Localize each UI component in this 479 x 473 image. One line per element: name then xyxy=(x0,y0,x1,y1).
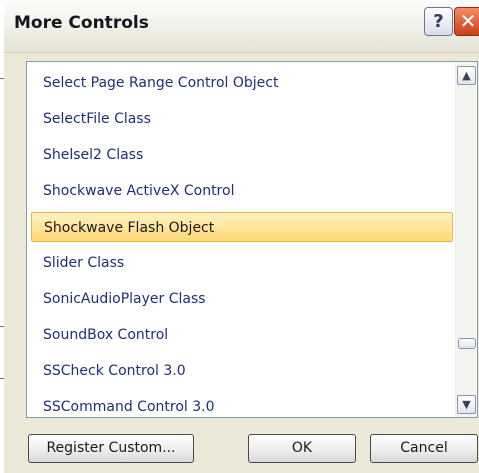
ok-button[interactable]: OK xyxy=(248,434,356,463)
list-item[interactable]: SelectFile Class xyxy=(31,104,453,134)
help-button[interactable]: ? xyxy=(424,7,453,36)
cancel-button[interactable]: Cancel xyxy=(370,434,478,463)
list-item[interactable]: SoundBox Control xyxy=(31,320,453,350)
list-item[interactable]: SonicAudioPlayer Class xyxy=(31,284,453,314)
list-item[interactable]: Select Page Range Control Object xyxy=(31,68,453,98)
scroll-thumb[interactable] xyxy=(458,338,476,349)
scroll-down-button[interactable]: ▼ xyxy=(457,395,476,414)
question-mark-icon: ? xyxy=(433,11,444,32)
list-item[interactable]: SSCheck Control 3.0 xyxy=(31,356,453,386)
list-item[interactable]: Shockwave ActiveX Control xyxy=(31,176,453,206)
list-item[interactable]: Slider Class xyxy=(31,248,453,278)
controls-list[interactable]: Select Page Range Control Object SelectFi… xyxy=(26,61,478,418)
chevron-down-icon: ▼ xyxy=(462,398,471,411)
register-custom-button[interactable]: Register Custom... xyxy=(28,434,194,463)
close-button[interactable]: ✕ xyxy=(454,7,479,36)
list-item[interactable]: SSCommand Control 3.0 xyxy=(31,392,453,417)
vertical-scrollbar[interactable]: ▲ ▼ xyxy=(455,62,477,417)
list-item[interactable]: Shelsel2 Class xyxy=(31,140,453,170)
more-controls-dialog: More Controls ? ✕ Select Page Range Cont… xyxy=(4,0,479,473)
list-item-selected[interactable]: Shockwave Flash Object xyxy=(31,212,453,242)
title-bar[interactable]: More Controls ? ✕ xyxy=(4,0,479,53)
close-icon: ✕ xyxy=(459,9,477,33)
chevron-up-icon: ▲ xyxy=(462,69,471,82)
dialog-title: More Controls xyxy=(14,13,149,33)
scroll-up-button[interactable]: ▲ xyxy=(457,66,476,85)
